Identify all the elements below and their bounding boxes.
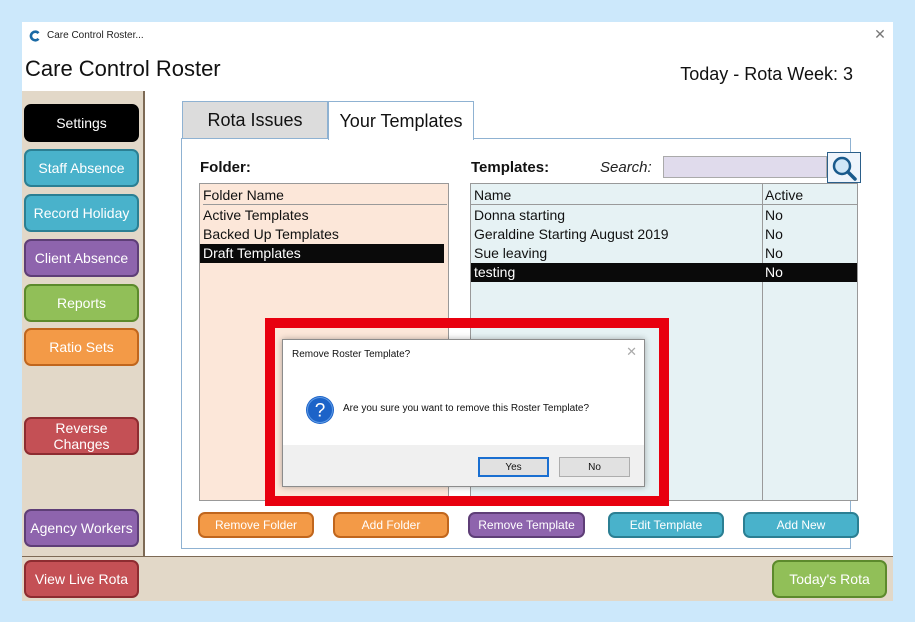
window-close-icon[interactable]: ✕ [873,27,887,41]
magnifier-icon [832,156,857,181]
reports-button[interactable]: Reports [24,284,139,322]
confirm-dialog: Remove Roster Template? ✕ ? Are you sure… [282,339,645,487]
list-item-selected[interactable]: Draft Templates [200,244,444,263]
column-header-active[interactable]: Active [765,186,803,205]
folder-column-header[interactable]: Folder Name [203,186,447,205]
table-row[interactable]: Sue leaving No [471,244,857,263]
app-logo-icon [29,30,40,42]
todays-rota-button[interactable]: Today's Rota [772,560,887,598]
dialog-close-icon[interactable]: ✕ [626,344,637,360]
list-item[interactable]: Active Templates [203,206,447,225]
bottom-bar: View Live Rota Today's Rota [22,556,893,601]
column-header-name[interactable]: Name [474,187,511,203]
settings-button[interactable]: Settings [24,104,139,142]
view-live-rota-button[interactable]: View Live Rota [24,560,139,598]
search-label: Search: [600,159,652,176]
dialog-title: Remove Roster Template? [292,349,411,360]
record-holiday-button[interactable]: Record Holiday [24,194,139,232]
table-row[interactable]: Donna starting No [471,206,857,225]
app-window: Care Control Roster... ✕ Care Control Ro… [22,22,893,601]
add-folder-button[interactable]: Add Folder [333,512,449,538]
client-absence-button[interactable]: Client Absence [24,239,139,277]
templates-label: Templates: [471,159,550,176]
dialog-message: Are you sure you want to remove this Ros… [343,403,590,414]
agency-workers-button[interactable]: Agency Workers [24,509,139,547]
window-title: Care Control Roster... [47,30,144,41]
template-active: No [765,226,783,242]
remove-template-button[interactable]: Remove Template [468,512,585,538]
template-name: Geraldine Starting August 2019 [474,226,669,242]
template-name: testing [474,264,516,280]
yes-button[interactable]: Yes [478,457,549,477]
table-header: Name Active [471,186,857,205]
no-button[interactable]: No [559,457,630,477]
edit-template-button[interactable]: Edit Template [608,512,724,538]
template-active: No [765,245,783,261]
title-bar: Care Control Roster... ✕ [22,22,893,50]
search-input[interactable] [663,156,827,178]
tab-your-templates[interactable]: Your Templates [328,101,474,140]
search-button[interactable] [827,152,861,183]
template-active: No [765,207,783,223]
table-row-selected[interactable]: testing No [471,263,857,282]
dialog-footer: Yes No [283,445,644,486]
template-active: No [765,264,783,280]
ratio-sets-button[interactable]: Ratio Sets [24,328,139,366]
template-name: Sue leaving [474,245,548,261]
svg-text:?: ? [315,401,326,422]
staff-absence-button[interactable]: Staff Absence [24,149,139,187]
reverse-changes-button[interactable]: Reverse Changes [24,417,139,455]
question-icon: ? [306,396,334,424]
list-item[interactable]: Backed Up Templates [203,225,447,244]
folder-label: Folder: [200,159,251,176]
remove-folder-button[interactable]: Remove Folder [198,512,314,538]
sidebar: Settings Staff Absence Record Holiday Cl… [22,91,145,556]
template-name: Donna starting [474,207,566,223]
tab-rota-issues[interactable]: Rota Issues [182,101,328,139]
app-title: Care Control Roster [25,56,221,81]
add-new-button[interactable]: Add New [743,512,859,538]
rota-week-label: Today - Rota Week: 3 [680,64,853,84]
table-row[interactable]: Geraldine Starting August 2019 No [471,225,857,244]
